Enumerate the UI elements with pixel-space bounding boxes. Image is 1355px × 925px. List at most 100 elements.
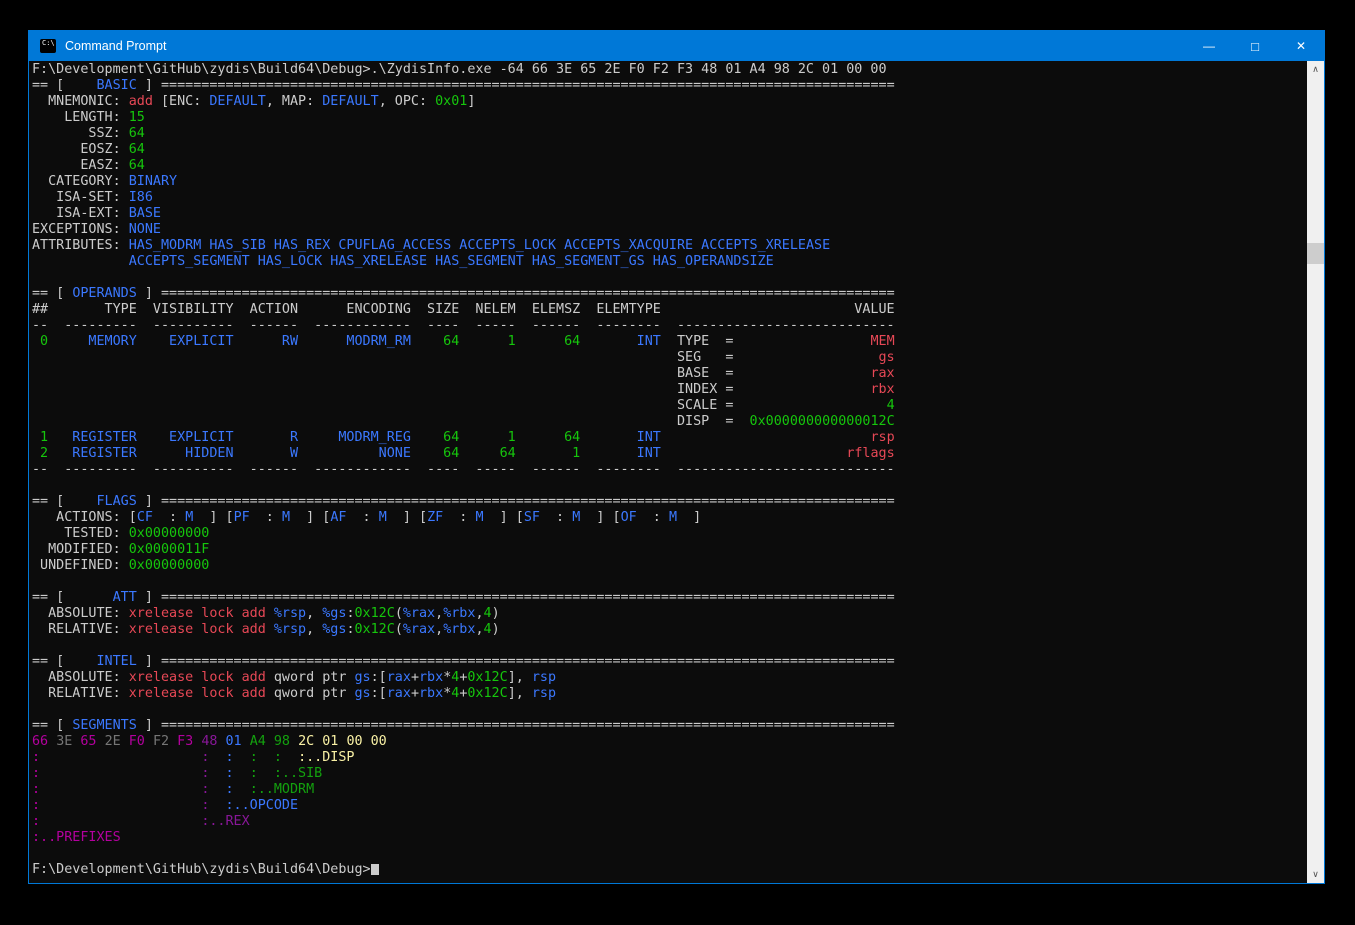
- terminal-text: [234, 430, 250, 445]
- titlebar[interactable]: C:\ Command Prompt — □ ✕: [29, 31, 1324, 61]
- terminal-text: MODIFIED:: [32, 542, 129, 557]
- terminal-text: ]: [137, 718, 161, 733]
- terminal-text: EXPLICIT: [153, 430, 234, 445]
- terminal-text: INTEL: [72, 654, 137, 669]
- terminal-line: [32, 574, 1307, 590]
- terminal-output[interactable]: F:\Development\GitHub\zydis\Build64\Debu…: [29, 61, 1307, 883]
- terminal-line: -- --------- ---------- ------ ---------…: [32, 318, 1307, 334]
- terminal-line: == [ BASIC ] ===========================…: [32, 78, 1307, 94]
- terminal-line: : :..REX: [32, 814, 1307, 830]
- terminal-text: [290, 734, 298, 749]
- terminal-text: M: [282, 510, 290, 525]
- terminal-text: 64: [129, 158, 145, 173]
- terminal-text: ========================================…: [161, 494, 895, 509]
- terminal-line: INDEX = rbx: [32, 382, 1307, 398]
- terminal-text: 64: [532, 430, 580, 445]
- terminal-text: ): [492, 622, 500, 637]
- terminal-text: == [: [32, 654, 72, 669]
- terminal-line: ISA-EXT: BASE: [32, 206, 1307, 222]
- terminal-line: == [ ATT ] =============================…: [32, 590, 1307, 606]
- terminal-text: 98: [274, 734, 290, 749]
- terminal-line: CATEGORY: BINARY: [32, 174, 1307, 190]
- terminal-line: == [ FLAGS ] ===========================…: [32, 494, 1307, 510]
- terminal-text: SCALE =: [32, 398, 887, 413]
- terminal-line: BASE = rax: [32, 366, 1307, 382]
- terminal-text: BASE: [129, 206, 161, 221]
- terminal-text: :: [250, 766, 258, 781]
- terminal-text: :..SIB: [274, 766, 322, 781]
- terminal-text: F:\Development\GitHub\zydis\Build64\Debu…: [32, 862, 371, 877]
- terminal-text: [459, 430, 475, 445]
- terminal-text: :: [540, 510, 572, 525]
- terminal-text: :: [226, 766, 234, 781]
- terminal-text: ]: [677, 510, 701, 525]
- maximize-button[interactable]: □: [1232, 31, 1278, 61]
- terminal-text: ISA-SET:: [32, 190, 129, 205]
- terminal-text: ATTRIBUTES:: [32, 238, 129, 253]
- terminal-text: SEGMENTS: [72, 718, 137, 733]
- terminal-text: [516, 334, 532, 349]
- terminal-text: [298, 446, 314, 461]
- terminal-text: (: [395, 622, 403, 637]
- terminal-text: [580, 446, 596, 461]
- terminal-text: +: [411, 686, 419, 701]
- text-cursor: [371, 864, 379, 875]
- terminal-text: MODRM_RM: [314, 334, 411, 349]
- scroll-up-icon[interactable]: ∧: [1307, 61, 1324, 78]
- terminal-text: CF: [137, 510, 153, 525]
- terminal-line: RELATIVE: xrelease lock add %rsp, %gs:0x…: [32, 622, 1307, 638]
- terminal-text: %rsp: [274, 622, 306, 637]
- terminal-line: TESTED: 0x00000000: [32, 526, 1307, 542]
- terminal-text: [209, 750, 225, 765]
- terminal-text: :..PREFIXES: [32, 830, 121, 845]
- terminal-text: 64: [475, 446, 515, 461]
- terminal-text: [411, 430, 427, 445]
- terminal-line: ATTRIBUTES: HAS_MODRM HAS_SIB HAS_REX CP…: [32, 238, 1307, 254]
- close-button[interactable]: ✕: [1278, 31, 1324, 61]
- terminal-text: HAS_MODRM HAS_SIB HAS_REX CPUFLAG_ACCESS…: [129, 238, 830, 253]
- terminal-text: [266, 734, 274, 749]
- terminal-text: MODRM_REG: [314, 430, 411, 445]
- terminal-text: 0x00000000: [129, 558, 210, 573]
- desktop-background: { "window": { "title": "Command Prompt",…: [0, 0, 1355, 925]
- terminal-text: ========================================…: [161, 286, 895, 301]
- terminal-text: 0x01: [435, 94, 467, 109]
- terminal-text: 0x00000000: [129, 526, 210, 541]
- terminal-text: ========================================…: [161, 78, 895, 93]
- minimize-button[interactable]: —: [1186, 31, 1232, 61]
- terminal-text: :: [226, 782, 234, 797]
- cmd-icon[interactable]: C:\: [40, 39, 56, 53]
- terminal-text: xrelease lock add: [129, 622, 274, 637]
- terminal-text: [137, 430, 153, 445]
- terminal-text: [40, 766, 201, 781]
- terminal-text: ]: [137, 78, 161, 93]
- terminal-line: [32, 702, 1307, 718]
- terminal-text: :: [32, 798, 40, 813]
- terminal-text: :[: [371, 686, 387, 701]
- terminal-text: rflags: [846, 446, 894, 461]
- terminal-text: :: [32, 782, 40, 797]
- scroll-down-icon[interactable]: ∨: [1307, 866, 1324, 883]
- terminal-text: %rbx: [443, 622, 475, 637]
- terminal-text: :: [250, 510, 282, 525]
- terminal-text: LENGTH:: [32, 110, 129, 125]
- terminal-text: ZF: [427, 510, 443, 525]
- terminal-text: 64: [532, 334, 580, 349]
- terminal-text: ],: [508, 670, 532, 685]
- terminal-text: gs: [879, 350, 895, 365]
- terminal-text: :..DISP: [298, 750, 354, 765]
- terminal-text: ========================================…: [161, 654, 895, 669]
- terminal-text: [40, 750, 201, 765]
- terminal-text: == [: [32, 718, 72, 733]
- terminal-line: LENGTH: 15: [32, 110, 1307, 126]
- terminal-text: INT: [596, 446, 661, 461]
- terminal-text: M: [475, 510, 483, 525]
- scrollbar[interactable]: ∧ ∨: [1307, 61, 1324, 883]
- terminal-text: 00: [346, 734, 362, 749]
- terminal-text: [234, 334, 250, 349]
- terminal-text: ========================================…: [161, 590, 895, 605]
- terminal-text: rax: [387, 670, 411, 685]
- terminal-text: :: [346, 606, 354, 621]
- terminal-text: :: [32, 750, 40, 765]
- scrollbar-thumb[interactable]: [1307, 243, 1324, 264]
